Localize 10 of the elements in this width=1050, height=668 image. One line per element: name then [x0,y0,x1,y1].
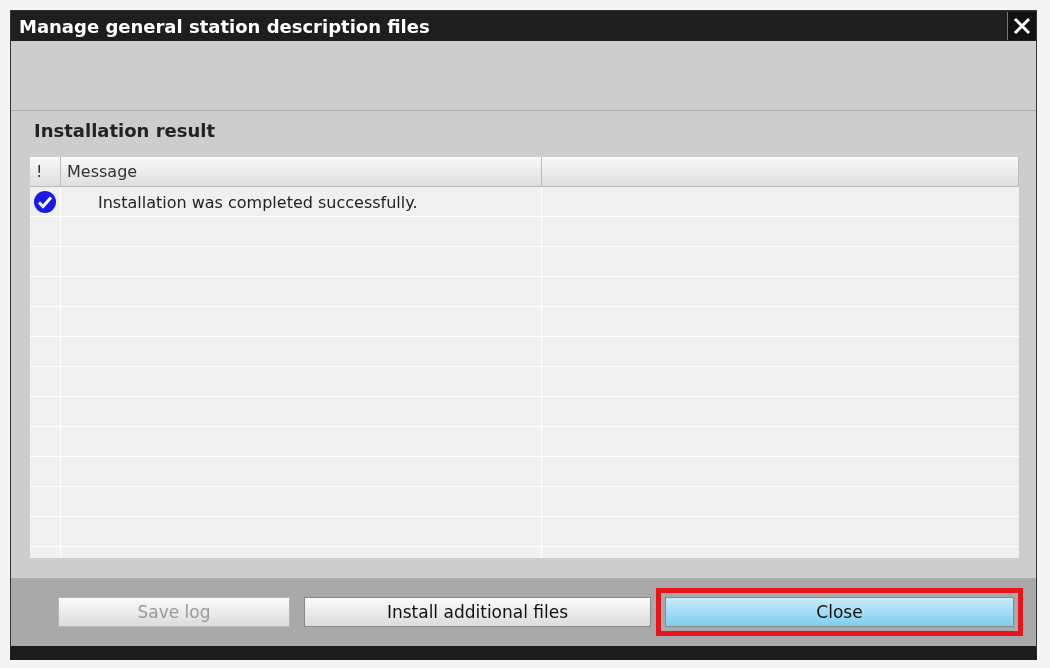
table-cell-text: Installation was completed successfully. [97,192,418,212]
window-title: Manage general station description files [19,15,430,37]
dialog-button[interactable]: Close [665,597,1014,627]
dialog-button[interactable]: Install additional files [304,597,651,627]
close-button[interactable] [1007,12,1036,40]
close-icon [1013,17,1031,35]
section-title: Installation result [33,119,217,143]
column-header: Message [61,157,542,187]
checkmark-icon [33,190,57,214]
column-header: ! [30,157,61,187]
